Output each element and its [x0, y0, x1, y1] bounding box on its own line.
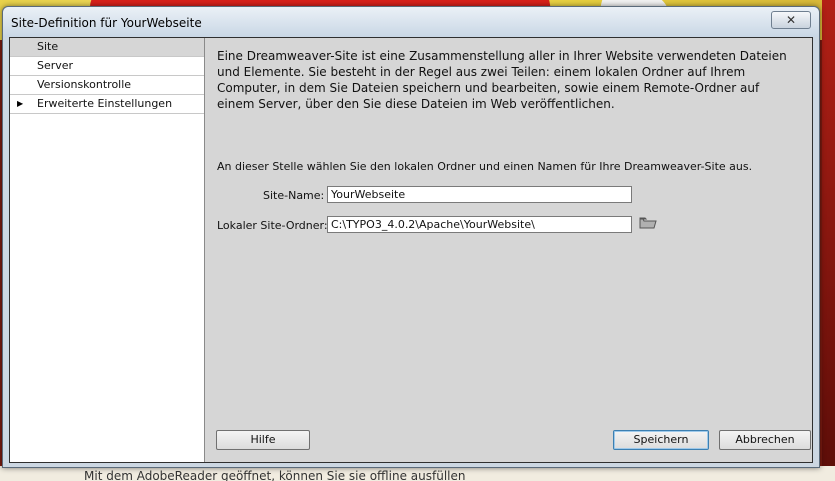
site-settings-panel: Eine Dreamweaver-Site ist eine Zusammens… — [217, 48, 802, 112]
save-button[interactable]: Speichern — [613, 430, 709, 450]
background-bottom-strip: Mit dem AdobeReader geöffnet, können Sie… — [0, 466, 835, 481]
background-right-strip — [822, 0, 835, 481]
dialog-body: Site Server Versionskontrolle ▶ Erweiter… — [9, 37, 813, 463]
background-bottom-text: Mit dem AdobeReader geöffnet, können Sie… — [84, 469, 466, 481]
local-folder-label: Lokaler Site-Ordner: — [217, 219, 328, 232]
instruction-text: An dieser Stelle wählen Sie den lokalen … — [217, 160, 753, 173]
sidebar-item-server[interactable]: Server — [10, 57, 204, 76]
site-name-label: Site-Name: — [263, 189, 325, 202]
close-icon: ✕ — [785, 13, 797, 27]
category-sidebar: Site Server Versionskontrolle ▶ Erweiter… — [10, 38, 205, 462]
sidebar-item-label: Erweiterte Einstellungen — [37, 97, 173, 110]
intro-text: Eine Dreamweaver-Site ist eine Zusammens… — [217, 49, 787, 111]
sidebar-item-label: Versionskontrolle — [37, 78, 132, 91]
site-name-input[interactable]: YourWebseite — [327, 186, 632, 203]
sidebar-item-label: Site — [37, 40, 59, 53]
cancel-button[interactable]: Abbrechen — [719, 430, 811, 450]
local-folder-input[interactable]: C:\TYPO3_4.0.2\Apache\YourWebsite\ — [327, 216, 632, 233]
sidebar-item-versionskontrolle[interactable]: Versionskontrolle — [10, 76, 204, 95]
close-button[interactable]: ✕ — [771, 11, 811, 29]
sidebar-item-site[interactable]: Site — [10, 38, 204, 57]
folder-icon[interactable] — [639, 216, 657, 230]
sidebar-item-erweiterte-einstellungen[interactable]: ▶ Erweiterte Einstellungen — [10, 95, 204, 114]
sidebar-item-label: Server — [37, 59, 74, 72]
expand-arrow-icon[interactable]: ▶ — [17, 95, 23, 113]
site-definition-dialog: Site-Definition für YourWebseite ✕ Site … — [2, 6, 820, 468]
dialog-titlebar: Site-Definition für YourWebseite ✕ — [3, 7, 819, 37]
dialog-title: Site-Definition für YourWebseite — [11, 16, 202, 30]
help-button[interactable]: Hilfe — [216, 430, 310, 450]
